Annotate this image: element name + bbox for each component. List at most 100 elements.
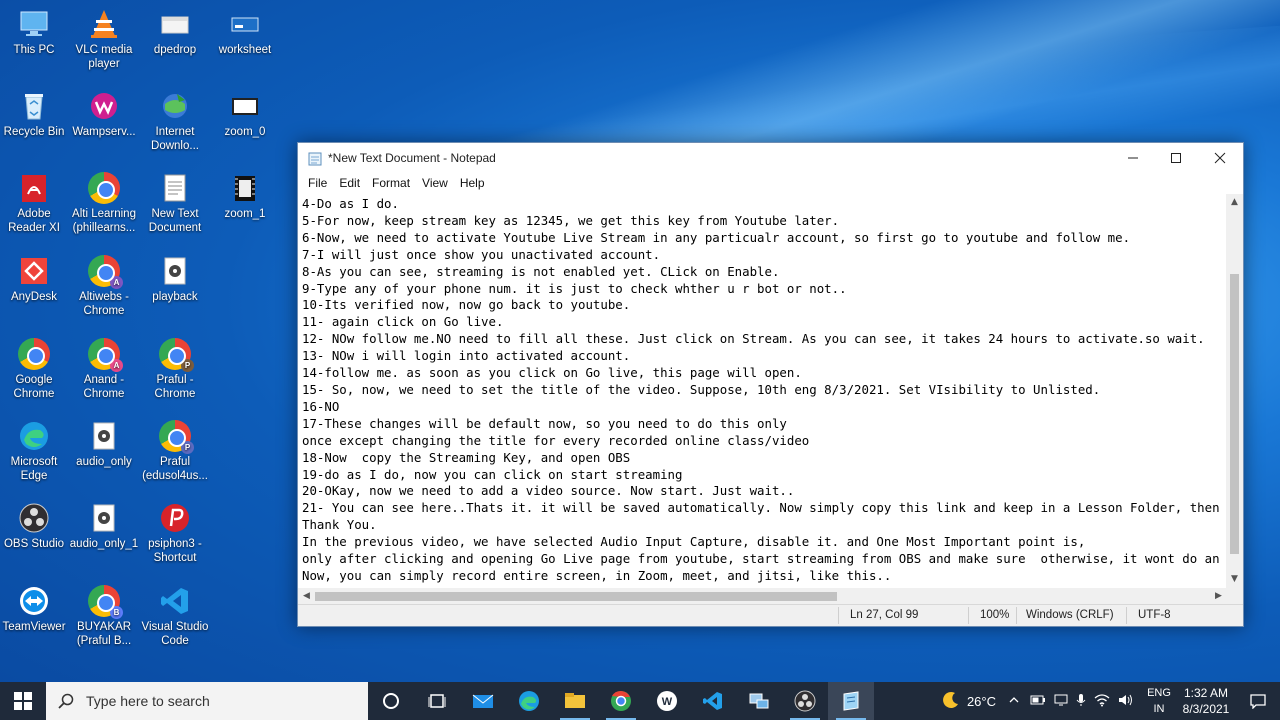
display-icon[interactable] [1054, 694, 1068, 709]
task-view-button[interactable] [414, 682, 460, 720]
close-icon [1214, 152, 1226, 163]
clock[interactable]: 1:32 AM 8/3/2021 [1176, 685, 1236, 717]
desktop-icon-worksheet[interactable]: worksheet [209, 8, 281, 57]
notepad-window: *New Text Document - Notepad File Edit F… [297, 142, 1244, 627]
text-line: 14-follow me. as soon as you click on Go… [302, 365, 802, 381]
text-line: 18-Now copy the Streaming Key, and open … [302, 449, 631, 465]
edge-icon [18, 420, 50, 452]
adobe-reader-icon [18, 172, 50, 204]
taskbar-vscode[interactable] [690, 682, 736, 720]
taskbar-search[interactable]: Type here to search [46, 682, 368, 720]
text-line: only after clicking and opening Go Live … [302, 551, 1220, 567]
desktop-icon-audio-only-1[interactable]: audio_only_1 [68, 502, 140, 551]
desktop-icon-altiwebs-chrome[interactable]: A Altiwebs - Chrome [68, 255, 140, 318]
horizontal-scroll-thumb[interactable] [315, 592, 837, 601]
scroll-left-icon[interactable]: ◀ [298, 588, 315, 605]
desktop-icon-microsoft-edge[interactable]: Microsoft Edge [0, 420, 70, 483]
desktop-icon-google-chrome[interactable]: Google Chrome [0, 338, 70, 401]
desktop-icon-vscode[interactable]: Visual Studio Code [139, 585, 211, 648]
audio-file-icon [88, 420, 120, 452]
start-button[interactable] [0, 682, 46, 720]
folder-icon [159, 8, 191, 40]
desktop-icon-adobe-reader[interactable]: Adobe Reader XI [0, 172, 70, 235]
taskbar-edge[interactable] [506, 682, 552, 720]
edge-icon [519, 691, 539, 711]
horizontal-scrollbar[interactable]: ◀ ▶ [298, 588, 1227, 605]
close-button[interactable] [1197, 143, 1243, 172]
desktop-icon-wampserver[interactable]: Wampserv... [68, 90, 140, 139]
vertical-scrollbar[interactable]: ▲ ▼ [1226, 194, 1243, 588]
text-line: 4-Do as I do. [302, 196, 399, 211]
search-placeholder: Type here to search [86, 693, 210, 709]
scroll-right-icon[interactable]: ▶ [1210, 588, 1227, 605]
microphone-icon[interactable] [1076, 693, 1086, 710]
desktop-icon-teamviewer[interactable]: TeamViewer [0, 585, 70, 634]
desktop-icon-zoom-0[interactable]: zoom_0 [209, 90, 281, 139]
minimize-button[interactable] [1111, 143, 1154, 172]
desktop-icon-praful-edusol[interactable]: P Praful (edusol4us... [139, 420, 211, 483]
notifications-icon[interactable] [1236, 693, 1280, 709]
volume-icon[interactable] [1118, 693, 1134, 710]
internet-download-icon [159, 90, 191, 122]
battery-icon[interactable] [1030, 694, 1046, 709]
desktop-icon-this-pc[interactable]: This PC [0, 8, 70, 57]
taskbar-notepad[interactable] [828, 682, 874, 720]
chrome-icon: P [159, 420, 194, 454]
taskbar-network-app[interactable] [736, 682, 782, 720]
taskbar-chrome[interactable] [598, 682, 644, 720]
language-indicator[interactable]: ENG IN [1142, 685, 1176, 717]
cortana-button[interactable] [368, 682, 414, 720]
menu-file[interactable]: File [302, 176, 333, 190]
text-line: Thank You. [302, 517, 377, 533]
desktop-icon-anydesk[interactable]: AnyDesk [0, 255, 70, 304]
taskbar-mail[interactable] [460, 682, 506, 720]
desktop-icon-recycle-bin[interactable]: Recycle Bin [0, 90, 70, 139]
menu-edit[interactable]: Edit [333, 176, 366, 190]
scroll-up-icon[interactable]: ▲ [1226, 194, 1243, 211]
weather-temp[interactable]: 26°C [967, 694, 996, 709]
desktop-icon-obs-studio[interactable]: OBS Studio [0, 502, 70, 551]
maximize-icon [1170, 152, 1181, 163]
taskbar-obs[interactable] [782, 682, 828, 720]
desktop-icon-zoom-1[interactable]: zoom_1 [209, 172, 281, 221]
mail-icon [472, 694, 494, 708]
taskbar-app-w[interactable]: W [644, 682, 690, 720]
title-bar[interactable]: *New Text Document - Notepad [298, 143, 1243, 172]
text-editor[interactable]: 4-Do as I do. 5-For now, keep stream key … [298, 194, 1227, 588]
weather-icon[interactable] [941, 690, 961, 713]
clock-date: 8/3/2021 [1182, 702, 1230, 716]
text-line: 8-As you can see, streaming is not enabl… [302, 263, 780, 279]
desktop-icon-alti-learning[interactable]: Alti Learning (phillearns... [68, 172, 140, 235]
menu-help[interactable]: Help [454, 176, 491, 190]
desktop-icon-dpedrop[interactable]: dpedrop [139, 8, 211, 57]
desktop-icon-buyakar[interactable]: B BUYAKAR (Praful B... [68, 585, 140, 648]
desktop-icon-audio-only[interactable]: audio_only [68, 420, 140, 469]
text-line: In the previous video, we have selected … [302, 534, 1086, 550]
text-line: 17-These changes will be default now, so… [302, 415, 787, 431]
text-line: 21- You can see here..Thats it. it will … [302, 500, 1220, 516]
vertical-scroll-thumb[interactable] [1230, 274, 1239, 554]
wifi-icon[interactable] [1094, 693, 1110, 710]
wampserver-icon [88, 90, 120, 122]
desktop-icon-psiphon[interactable]: psiphon3 - Shortcut [139, 502, 211, 565]
desktop-icon-vlc[interactable]: VLC media player [68, 8, 140, 71]
taskbar-file-explorer[interactable] [552, 682, 598, 720]
menu-view[interactable]: View [416, 176, 454, 190]
anydesk-icon [18, 255, 50, 287]
desktop-icon-internet-download[interactable]: Internet Downlo... [139, 90, 211, 153]
desktop-icon-playback[interactable]: playback [139, 255, 211, 304]
scroll-down-icon[interactable]: ▼ [1226, 571, 1243, 588]
notepad-icon [843, 691, 859, 711]
desktop-icon-praful-chrome[interactable]: P Praful - Chrome [139, 338, 211, 401]
text-line: 11- again click on Go live. [302, 314, 504, 330]
chevron-up-icon[interactable] [1008, 694, 1020, 709]
desktop-icon-anand-chrome[interactable]: A Anand - Chrome [68, 338, 140, 401]
maximize-button[interactable] [1154, 143, 1197, 172]
minimize-icon [1127, 157, 1138, 158]
clock-time: 1:32 AM [1183, 686, 1229, 700]
desktop-icon-new-text-document[interactable]: New Text Document [139, 172, 211, 235]
notepad-icon [308, 151, 322, 165]
text-line: 16-NO [302, 398, 340, 414]
menu-format[interactable]: Format [366, 176, 416, 190]
text-line: 7-I will just once show you unactivated … [302, 246, 661, 262]
